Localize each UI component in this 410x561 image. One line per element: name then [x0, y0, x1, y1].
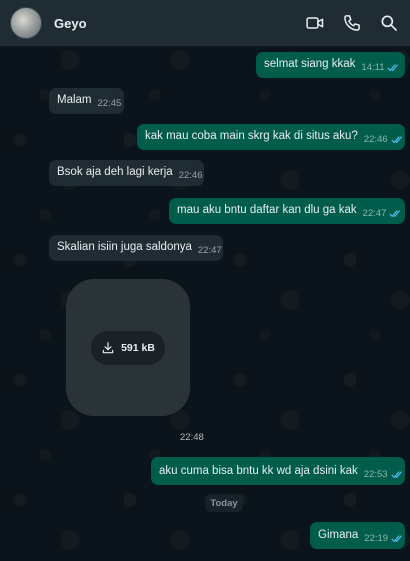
message-text: mau aku bntu daftar kan dlu ga kak [177, 204, 357, 216]
message-time: 22:46 [178, 170, 203, 181]
message-meta: 14:11 [361, 60, 400, 75]
message-time: 22:19 [364, 533, 389, 544]
message-text: Malam [57, 94, 92, 106]
message-bubble-incoming[interactable]: Skalian isiin juga saldonya 22:47 [49, 235, 223, 261]
media-time: 22:48 [180, 432, 204, 443]
search-icon[interactable] [378, 12, 400, 34]
message-meta: 22:47 [363, 206, 403, 221]
contact-avatar[interactable] [10, 7, 42, 39]
message-time: 22:47 [362, 208, 387, 219]
message-bubble-incoming[interactable]: Malam 22:45 [49, 88, 124, 114]
day-divider: Today [205, 494, 243, 512]
read-ticks-icon [387, 64, 399, 72]
download-button[interactable]: 591 kB [91, 330, 165, 365]
message-meta: 22:46 [179, 168, 203, 183]
message-time: 22:47 [197, 245, 222, 256]
message-time: 22:53 [363, 469, 388, 480]
contact-name[interactable]: Geyo [54, 16, 289, 31]
voice-call-icon[interactable] [341, 12, 363, 34]
message-meta: 22:46 [364, 132, 404, 147]
message-meta: 22:53 [364, 467, 404, 482]
message-bubble-outgoing[interactable]: aku cuma bisa bntu kk wd aja dsini kak 2… [151, 457, 405, 485]
message-bubble-outgoing[interactable]: Gimana 22:19 [310, 522, 405, 549]
download-size: 591 kB [121, 341, 155, 354]
message-time: 22:45 [97, 98, 122, 109]
message-text: Bsok aja deh lagi kerja [57, 166, 173, 178]
message-meta: 22:47 [198, 243, 222, 258]
message-bubble-outgoing[interactable]: mau aku bntu daftar kan dlu ga kak 22:47 [169, 198, 405, 224]
read-ticks-icon [391, 535, 403, 543]
message-time: 14:11 [361, 62, 385, 73]
message-text: Skalian isiin juga saldonya [57, 241, 192, 253]
read-ticks-icon [391, 136, 402, 144]
message-meta: 22:19 [364, 531, 404, 546]
message-text: aku cuma bisa bntu kk wd aja dsini kak [159, 465, 358, 477]
message-text: selmat siang kkak [264, 58, 356, 70]
message-time: 22:46 [363, 134, 388, 145]
message-bubble-outgoing[interactable]: selmat siang kkak 14:11 [256, 52, 405, 78]
chat-header: Geyo [0, 0, 410, 46]
read-ticks-icon [390, 471, 402, 479]
message-meta: 22:45 [98, 96, 122, 111]
message-text: kak mau coba main skrg kak di situs aku? [145, 130, 358, 142]
read-ticks-icon [389, 210, 401, 218]
video-call-icon[interactable] [304, 12, 326, 34]
message-text: Gimana [318, 529, 359, 541]
download-icon [102, 341, 114, 353]
media-attachment[interactable]: 591 kB [66, 279, 190, 416]
message-bubble-incoming[interactable]: Bsok aja deh lagi kerja 22:46 [49, 160, 204, 186]
message-bubble-outgoing[interactable]: kak mau coba main skrg kak di situs aku?… [137, 124, 405, 150]
